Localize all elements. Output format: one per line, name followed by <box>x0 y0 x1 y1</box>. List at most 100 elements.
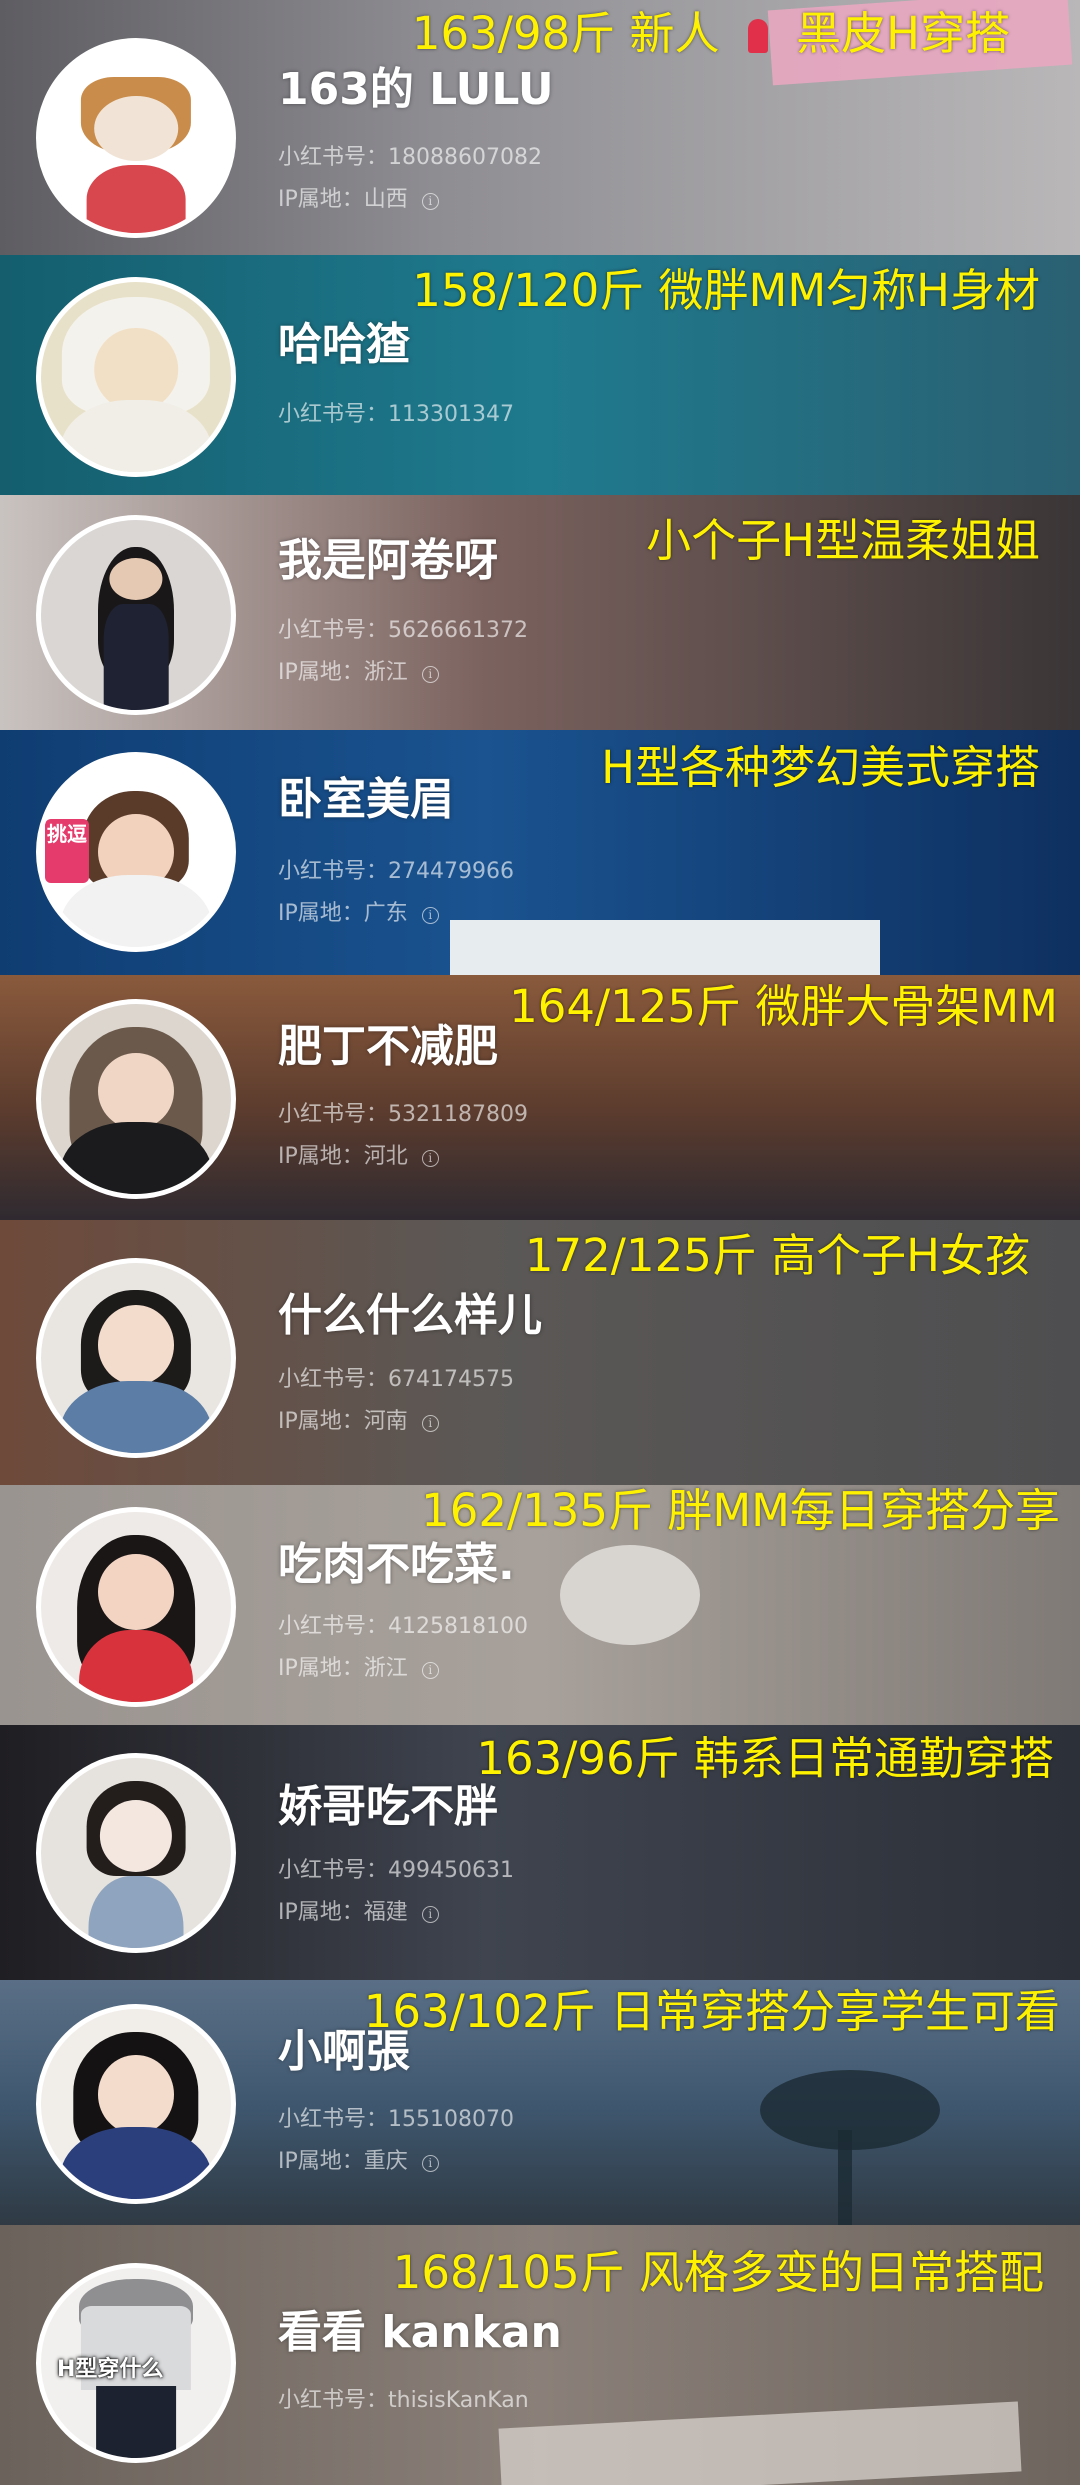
id-value: thisisKanKan <box>388 2388 529 2413</box>
ip-label: IP属地： <box>278 1656 364 1681</box>
avatar[interactable]: H型穿什么 <box>36 2263 236 2463</box>
ip-label: IP属地： <box>278 901 364 926</box>
id-label: 小红书号： <box>278 402 389 427</box>
ip-value: 河北 <box>363 1144 408 1169</box>
info-icon[interactable]: i <box>421 1150 439 1167</box>
info-icon[interactable]: i <box>421 1906 439 1923</box>
tagline-suffix: 黑皮H穿搭 <box>796 7 1010 60</box>
id-label: 小红书号： <box>278 618 389 643</box>
id-value: 18088607082 <box>388 145 542 170</box>
ip-value: 广东 <box>363 901 408 926</box>
user-id: 小红书号：5321187809 <box>278 1101 528 1129</box>
tagline: 168/105斤 风格多变的日常搭配 <box>392 2246 1044 2299</box>
ip-value: 山西 <box>363 187 408 212</box>
avatar[interactable] <box>36 2004 236 2204</box>
id-value: 113301347 <box>388 402 514 427</box>
user-name: 看看 kankan <box>278 2307 562 2358</box>
ip-value: 福建 <box>363 1900 408 1925</box>
ip-label: IP属地： <box>278 1144 364 1169</box>
user-id: 小红书号：4125818100 <box>278 1613 528 1641</box>
ip-value: 重庆 <box>363 2149 408 2174</box>
ip-label: IP属地： <box>278 187 364 212</box>
ip-location: IP属地：重庆 i <box>278 2148 439 2176</box>
id-label: 小红书号： <box>278 2107 389 2132</box>
ip-location: IP属地：山西 i <box>278 186 439 214</box>
ip-location: IP属地：浙江 i <box>278 659 439 687</box>
blogger-card[interactable]: 172/125斤 高个子H女孩 什么什么样儿 小红书号：674174575 IP… <box>0 1220 1080 1487</box>
blogger-card[interactable]: 164/125斤 微胖大骨架MM 肥丁不减肥 小红书号：5321187809 I… <box>0 975 1080 1222</box>
blogger-card[interactable]: H型各种梦幻美式穿搭 挑逗 卧室美眉 小红书号：274479966 IP属地：广… <box>0 730 1080 977</box>
info-icon[interactable]: i <box>421 1662 439 1679</box>
blogger-card[interactable]: 162/135斤 胖MM每日穿搭分享 吃肉不吃菜. 小红书号：412581810… <box>0 1485 1080 1727</box>
user-id: 小红书号：thisisKanKan <box>278 2387 529 2415</box>
blogger-card[interactable]: 168/105斤 风格多变的日常搭配 H型穿什么 看看 kankan 小红书号：… <box>0 2225 1080 2485</box>
user-name: 163的 LULU <box>278 64 554 115</box>
id-label: 小红书号： <box>278 1102 389 1127</box>
blogger-card[interactable]: 163/96斤 韩系日常通勤穿搭 娇哥吃不胖 小红书号：499450631 IP… <box>0 1725 1080 1982</box>
ip-location: IP属地：河南 i <box>278 1408 439 1436</box>
info-icon[interactable]: i <box>421 1415 439 1432</box>
user-id: 小红书号：155108070 <box>278 2106 514 2134</box>
info-icon[interactable]: i <box>421 907 439 924</box>
tagline: 158/120斤 微胖MM匀称H身材 <box>412 264 1040 317</box>
info-icon[interactable]: i <box>421 193 439 210</box>
user-name: 卧室美眉 <box>278 774 454 825</box>
avatar[interactable] <box>36 277 236 477</box>
avatar[interactable] <box>36 1753 236 1953</box>
ip-label: IP属地： <box>278 660 364 685</box>
user-id: 小红书号：18088607082 <box>278 144 542 172</box>
tagline: 163/102斤 日常穿搭分享学生可看 <box>363 1985 1060 2038</box>
palm-trunk <box>838 2130 852 2225</box>
avatar[interactable] <box>36 38 236 238</box>
user-name: 小啊張 <box>278 2026 410 2077</box>
ip-location: IP属地：河北 i <box>278 1143 439 1171</box>
id-label: 小红书号： <box>278 2388 389 2413</box>
id-label: 小红书号： <box>278 1367 389 1392</box>
ip-label: IP属地： <box>278 2149 364 2174</box>
info-icon[interactable]: i <box>421 2155 439 2172</box>
ip-location: IP属地：广东 i <box>278 900 439 928</box>
blogger-card[interactable]: 158/120斤 微胖MM匀称H身材 哈哈猹 小红书号：113301347 <box>0 255 1080 497</box>
ip-value: 浙江 <box>363 660 408 685</box>
user-name: 肥丁不减肥 <box>278 1021 498 1072</box>
blogger-card[interactable]: 小个子H型温柔姐姐 我是阿卷呀 小红书号：5626661372 IP属地：浙江 i <box>0 495 1080 732</box>
ip-location: IP属地：福建 i <box>278 1899 439 1927</box>
id-value: 674174575 <box>388 1367 514 1392</box>
background-sign <box>498 2401 1022 2485</box>
id-value: 499450631 <box>388 1858 514 1883</box>
tagline: H型各种梦幻美式穿搭 <box>601 741 1040 794</box>
background-ball <box>560 1545 700 1645</box>
blogger-card[interactable]: 163/102斤 日常穿搭分享学生可看 小啊張 小红书号：155108070 I… <box>0 1980 1080 2227</box>
id-label: 小红书号： <box>278 859 389 884</box>
tagline: 162/135斤 胖MM每日穿搭分享 <box>421 1485 1060 1537</box>
info-icon[interactable]: i <box>421 666 439 683</box>
user-id: 小红书号：499450631 <box>278 1857 514 1885</box>
avatar[interactable]: 挑逗 <box>36 752 236 952</box>
tagline: 163/98斤 新人 黑皮H穿搭 <box>412 8 1010 60</box>
avatar-badge: 挑逗 <box>45 819 89 883</box>
avatar[interactable] <box>36 515 236 715</box>
user-name: 娇哥吃不胖 <box>278 1781 498 1832</box>
user-name: 我是阿卷呀 <box>278 535 498 586</box>
id-value: 4125818100 <box>388 1614 528 1639</box>
tagline: 164/125斤 微胖大骨架MM <box>509 980 1058 1033</box>
avatar[interactable] <box>36 1258 236 1458</box>
tagline-text: 163/98斤 新人 <box>411 7 720 60</box>
ip-location: IP属地：浙江 i <box>278 1655 439 1683</box>
ip-label: IP属地： <box>278 1900 364 1925</box>
user-name: 什么什么样儿 <box>278 1290 542 1341</box>
user-id: 小红书号：113301347 <box>278 401 514 429</box>
blogger-list: 163/98斤 新人 黑皮H穿搭 163的 LULU 小红书号：18088607… <box>0 0 1080 2485</box>
user-id: 小红书号：674174575 <box>278 1366 514 1394</box>
ip-value: 浙江 <box>363 1656 408 1681</box>
pin-icon <box>747 19 768 53</box>
blogger-card[interactable]: 163/98斤 新人 黑皮H穿搭 163的 LULU 小红书号：18088607… <box>0 0 1080 257</box>
tagline: 小个子H型温柔姐姐 <box>646 514 1040 567</box>
avatar[interactable] <box>36 1507 236 1707</box>
user-name: 哈哈猹 <box>278 319 410 370</box>
avatar-badge: H型穿什么 <box>57 2357 164 2382</box>
id-label: 小红书号： <box>278 145 389 170</box>
avatar[interactable] <box>36 999 236 1199</box>
ip-value: 河南 <box>363 1409 408 1434</box>
id-label: 小红书号： <box>278 1614 389 1639</box>
